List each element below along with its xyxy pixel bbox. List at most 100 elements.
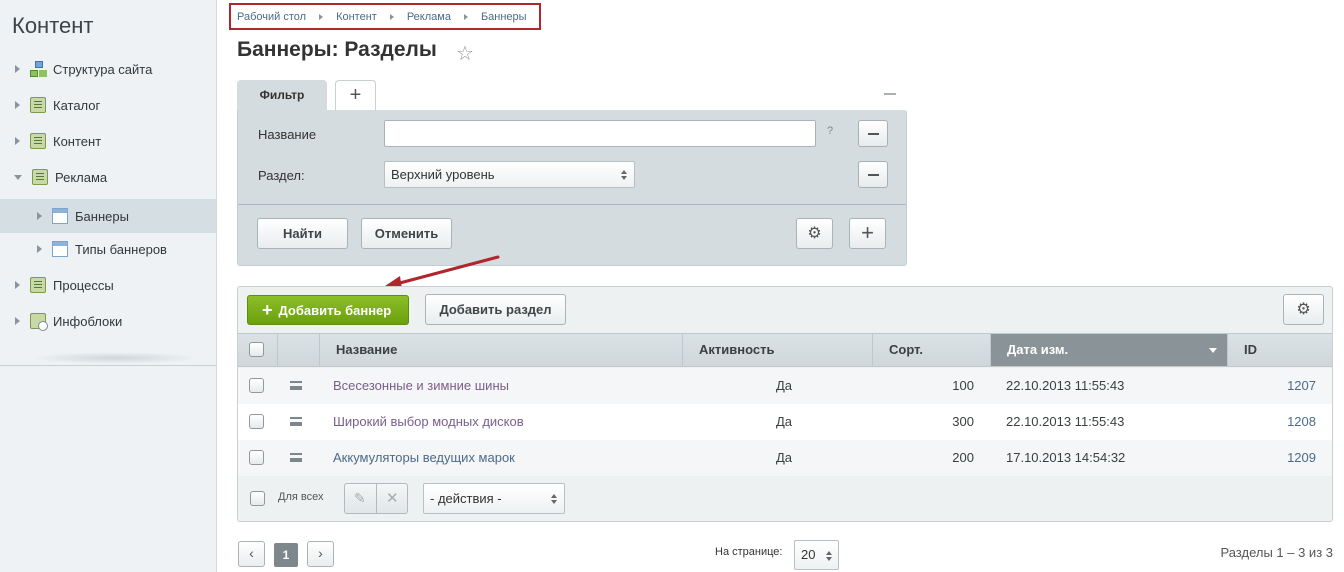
gear-icon: ⚙ <box>1296 301 1311 318</box>
list-panel: + Добавить баннер Добавить раздел ⚙ Назва… <box>237 286 1333 522</box>
row-menu-icon[interactable] <box>290 381 302 390</box>
add-filter-tab-button[interactable]: + <box>335 80 376 110</box>
filter-settings-button[interactable]: ⚙ <box>796 218 833 249</box>
column-header-active[interactable]: Активность <box>682 334 872 366</box>
row-name-link[interactable]: Аккумуляторы ведущих марок <box>333 440 515 476</box>
row-checkbox[interactable] <box>249 378 264 393</box>
sidebar-item-catalog[interactable]: Каталог <box>0 88 216 122</box>
sidebar-item-processes[interactable]: Процессы <box>0 268 216 302</box>
row-name-link[interactable]: Всесезонные и зимние шины <box>333 368 509 404</box>
sidebar-divider <box>0 365 216 366</box>
prev-page-button[interactable]: ‹ <box>238 541 265 567</box>
delete-x-icon[interactable]: ✕ <box>386 489 399 507</box>
edit-pencil-icon[interactable]: ✎ <box>354 490 366 507</box>
for-all-label: Для всех <box>278 491 324 503</box>
column-header-date[interactable]: Дата изм. <box>990 334 1227 366</box>
column-header-id[interactable]: ID <box>1227 334 1332 366</box>
select-all-checkbox[interactable] <box>249 342 264 357</box>
row-sort: 100 <box>952 378 974 393</box>
next-page-button[interactable]: › <box>307 541 334 567</box>
collapse-arrow-icon[interactable] <box>14 174 22 180</box>
window-icon <box>52 208 68 224</box>
expand-arrow-icon[interactable] <box>15 101 20 109</box>
remove-section-filter-button[interactable] <box>858 161 888 188</box>
table-header: Название Активность Сорт. Дата изм. ID <box>238 333 1332 367</box>
section-select[interactable]: Верхний уровень <box>384 161 635 188</box>
expand-arrow-icon[interactable] <box>37 245 42 253</box>
sidebar-item-label: Структура сайта <box>53 61 153 77</box>
list-icon <box>32 169 48 185</box>
sidebar-item-label: Контент <box>53 133 102 149</box>
group-edit-tools: ✎ ✕ <box>344 483 408 514</box>
row-name-link[interactable]: Широкий выбор модных дисков <box>333 404 524 440</box>
page-title: Баннеры: Разделы <box>237 38 437 61</box>
table-row[interactable]: Аккумуляторы ведущих марок Да 200 17.10.… <box>238 440 1332 476</box>
breadcrumb-banners[interactable]: Баннеры <box>481 11 527 23</box>
cancel-button[interactable]: Отменить <box>361 218 452 249</box>
sidebar-item-label: Баннеры <box>75 208 129 224</box>
row-checkbox[interactable] <box>249 414 264 429</box>
row-menu-icon[interactable] <box>290 417 302 426</box>
table-footer: Для всех ✎ ✕ - действия - <box>238 476 1332 522</box>
expand-arrow-icon[interactable] <box>15 65 20 73</box>
column-header-sort[interactable]: Сорт. <box>872 334 990 366</box>
list-icon <box>30 133 46 149</box>
sidebar-item-advertising[interactable]: Реклама <box>0 160 216 194</box>
row-sort: 200 <box>952 450 974 465</box>
row-id-link[interactable]: 1209 <box>1227 440 1316 476</box>
row-active: Да <box>776 414 793 429</box>
per-page-select[interactable]: 20 <box>794 540 839 570</box>
table-row[interactable]: Всесезонные и зимние шины Да 100 22.10.2… <box>238 368 1332 404</box>
help-icon[interactable]: ? <box>827 125 833 137</box>
breadcrumb-desktop[interactable]: Рабочий стол <box>237 11 306 23</box>
select-arrows-icon <box>551 494 557 504</box>
sidebar-item-content[interactable]: Контент <box>0 124 216 158</box>
section-select-value: Верхний уровень <box>391 167 495 182</box>
find-button[interactable]: Найти <box>257 218 348 249</box>
row-menu-icon[interactable] <box>290 453 302 462</box>
per-page-value: 20 <box>801 547 816 562</box>
sidebar-shadow <box>30 352 200 364</box>
expand-arrow-icon[interactable] <box>15 137 20 145</box>
row-id-link[interactable]: 1207 <box>1227 368 1316 404</box>
window-icon <box>52 241 68 257</box>
row-checkbox[interactable] <box>249 450 264 465</box>
name-input[interactable] <box>384 120 816 147</box>
actions-column-header <box>277 334 319 366</box>
breadcrumb-separator-icon <box>389 13 394 20</box>
actions-select-value: - действия - <box>430 491 502 506</box>
expand-arrow-icon[interactable] <box>15 317 20 325</box>
expand-arrow-icon[interactable] <box>37 212 42 220</box>
add-filter-field-button[interactable]: + <box>849 218 886 249</box>
tool-separator <box>376 484 377 513</box>
collapse-filter-icon[interactable] <box>884 93 896 95</box>
add-section-button[interactable]: Добавить раздел <box>425 294 566 325</box>
expand-arrow-icon[interactable] <box>15 281 20 289</box>
per-page-label: На странице: <box>715 546 783 558</box>
favorite-star-icon[interactable]: ☆ <box>456 41 474 66</box>
column-header-name[interactable]: Название <box>319 334 682 366</box>
for-all-checkbox[interactable] <box>250 491 265 506</box>
list-settings-button[interactable]: ⚙ <box>1283 294 1324 325</box>
sidebar-item-banners[interactable]: Баннеры <box>0 199 216 233</box>
list-icon <box>30 277 46 293</box>
sidebar-item-banner-types[interactable]: Типы баннеров <box>0 232 216 266</box>
table-row[interactable]: Широкий выбор модных дисков Да 300 22.10… <box>238 404 1332 440</box>
add-banner-button[interactable]: + Добавить баннер <box>247 295 409 325</box>
add-banner-label: Добавить баннер <box>278 303 392 318</box>
actions-select[interactable]: - действия - <box>423 483 565 514</box>
row-id-link[interactable]: 1208 <box>1227 404 1316 440</box>
select-arrows-icon <box>621 170 627 180</box>
sidebar-item-infoblocks[interactable]: Инфоблоки <box>0 304 216 338</box>
row-active: Да <box>776 450 793 465</box>
column-header-date-label: Дата изм. <box>1007 342 1069 357</box>
row-active: Да <box>776 378 793 393</box>
filter-divider <box>238 204 906 205</box>
breadcrumb-advertising[interactable]: Реклама <box>407 11 451 23</box>
row-date: 17.10.2013 14:54:32 <box>1006 450 1126 465</box>
breadcrumb-content[interactable]: Контент <box>336 11 377 23</box>
tab-filter[interactable]: Фильтр <box>237 80 327 110</box>
sidebar-item-site-structure[interactable]: Структура сайта <box>0 52 216 86</box>
filter-panel: Название ? Раздел: Верхний уровень Найти… <box>237 110 907 266</box>
remove-name-filter-button[interactable] <box>858 120 888 147</box>
